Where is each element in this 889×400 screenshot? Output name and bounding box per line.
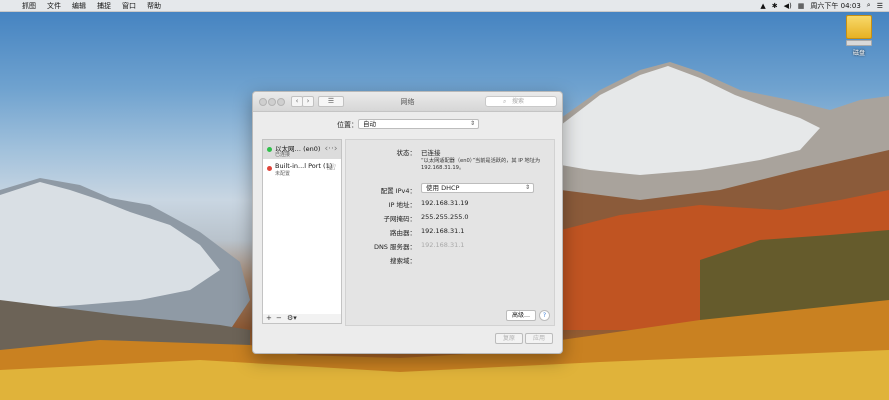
network-detail-pane: 状态： 已连接 “以太网适配器（en0）”当前是活跃的，其 IP 地址为 192… <box>345 139 555 326</box>
search-field[interactable]: ⌕ 搜索 <box>485 96 557 107</box>
desktop-drive[interactable]: 磁盘 <box>845 15 873 57</box>
show-all-button[interactable]: ☰ <box>318 96 344 107</box>
notification-center-icon[interactable]: ☰ <box>877 2 883 10</box>
search-placeholder: 搜索 <box>512 98 525 105</box>
subnet-mask-label: 子网掩码： <box>383 215 417 223</box>
dns-server-value: 192.168.31.1 <box>421 241 465 249</box>
phone-modem-icon: ☏ <box>325 163 337 173</box>
location-select[interactable]: 自动 ⇕ <box>358 119 479 129</box>
menu-item-file[interactable]: 文件 <box>47 1 61 11</box>
remove-service-button[interactable]: − <box>276 314 282 323</box>
network-preferences-window: ‹ › ☰ 网络 ⌕ 搜索 位置： 自动 ⇕ 以太网… (en0) 已连接 ‹·… <box>252 91 563 354</box>
configure-ipv4-select[interactable]: 使用 DHCP ⇕ <box>421 183 534 193</box>
status-value: 已连接 <box>421 149 441 157</box>
status-note: “以太网适配器（en0）”当前是活跃的，其 IP 地址为 192.168.31.… <box>421 158 541 171</box>
configure-ipv4-label: 配置 IPv4： <box>380 187 416 195</box>
search-domains-label: 搜索域： <box>390 257 416 265</box>
ip-address-value: 192.168.31.19 <box>421 199 469 207</box>
volume-icon[interactable]: ◀) <box>784 2 792 10</box>
status-area: ▲ ✱ ◀) ▦ 周六下午 04:03 ⌕ ☰ <box>760 0 883 11</box>
location-label: 位置： <box>337 121 358 129</box>
window-titlebar[interactable]: ‹ › ☰ 网络 ⌕ 搜索 <box>253 92 562 112</box>
help-button[interactable]: ? <box>539 310 550 321</box>
ethernet-icon: ‹··› <box>324 144 338 154</box>
service-list: 以太网… (en0) 已连接 ‹··› Built-in...l Port (1… <box>262 139 342 316</box>
advanced-button[interactable]: 高级… <box>506 310 536 321</box>
forward-button[interactable]: › <box>302 96 314 107</box>
menu-item-help[interactable]: 帮助 <box>147 1 161 11</box>
airplay-icon[interactable]: ▲ <box>760 2 765 10</box>
spotlight-icon[interactable]: ⌕ <box>867 1 871 10</box>
drive-icon <box>846 15 872 39</box>
menu-item-capture[interactable]: 捕捉 <box>97 1 111 11</box>
bluetooth-icon[interactable]: ✱ <box>772 2 778 10</box>
ip-address-label: IP 地址： <box>388 201 416 209</box>
add-service-button[interactable]: + <box>266 314 272 323</box>
status-label: 状态： <box>396 149 417 157</box>
chevron-updown-icon: ⇕ <box>524 184 530 191</box>
drive-label: 磁盘 <box>852 50 865 57</box>
menubar-clock[interactable]: 周六下午 04:03 <box>810 1 860 11</box>
menu-item-edit[interactable]: 编辑 <box>72 1 86 11</box>
router-label: 路由器： <box>390 229 416 237</box>
service-ethernet[interactable]: 以太网… (en0) 已连接 ‹··› <box>263 140 341 159</box>
router-value: 192.168.31.1 <box>421 227 465 235</box>
status-dot-not-configured <box>267 166 272 171</box>
chevron-updown-icon: ⇕ <box>469 120 475 127</box>
dns-server-label: DNS 服务器： <box>373 243 416 251</box>
search-icon: ⌕ <box>503 98 507 105</box>
service-builtin-port[interactable]: Built-in...l Port (1) 未配置 ☏ <box>263 159 341 178</box>
menu-item-grab[interactable]: 抓图 <box>22 1 36 11</box>
service-actions-gear-icon[interactable]: ⚙▾ <box>287 314 297 323</box>
minimize-button[interactable] <box>268 98 276 106</box>
subnet-mask-value: 255.255.255.0 <box>421 213 469 221</box>
close-button[interactable] <box>259 98 267 106</box>
menu-bar: 抓图 文件 编辑 捕捉 窗口 帮助 ▲ ✱ ◀) ▦ 周六下午 04:03 ⌕ … <box>0 0 889 12</box>
zoom-button[interactable] <box>277 98 285 106</box>
apply-button[interactable]: 应用 <box>525 333 553 344</box>
status-dot-connected <box>267 147 272 152</box>
menu-item-window[interactable]: 窗口 <box>122 1 136 11</box>
service-list-toolbar: + − ⚙▾ <box>262 314 342 324</box>
input-source-icon[interactable]: ▦ <box>798 2 805 10</box>
revert-button[interactable]: 复原 <box>495 333 523 344</box>
